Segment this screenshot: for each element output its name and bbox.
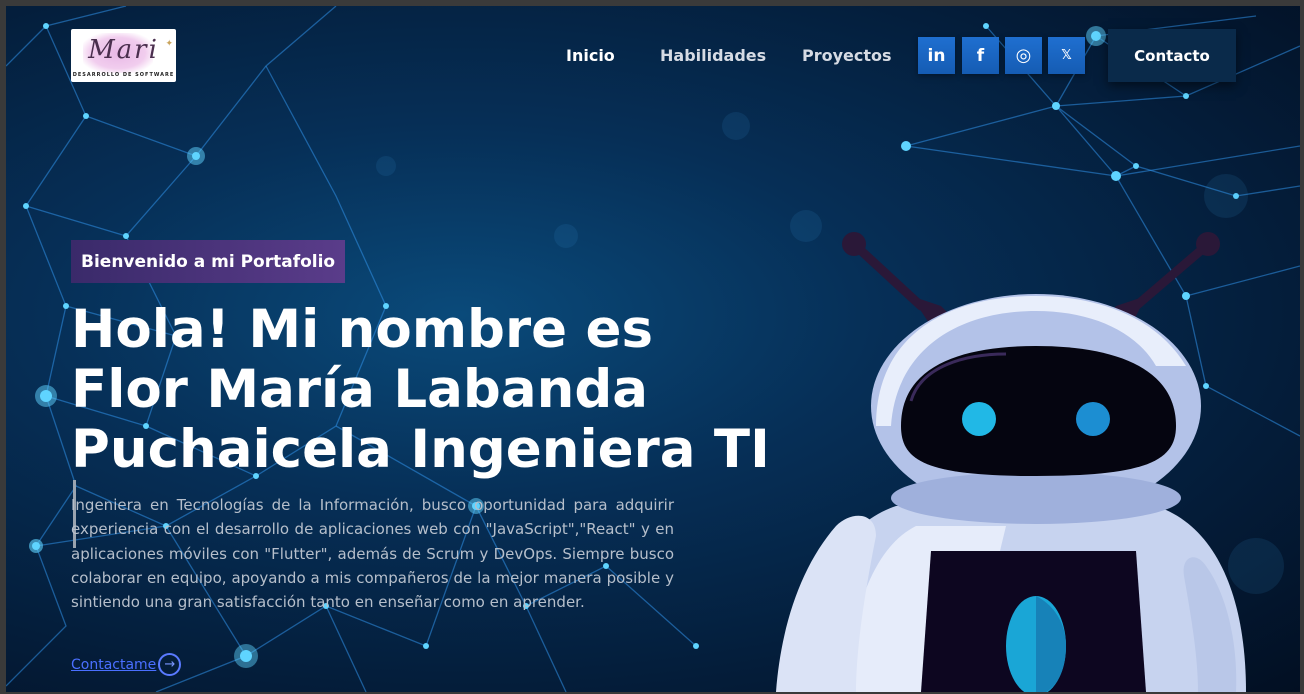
contact-button[interactable]: Contacto	[1108, 29, 1236, 82]
star-icon: ✦	[165, 39, 173, 49]
welcome-badge: Bienvenido a mi Portafolio	[71, 240, 346, 283]
headline-text: Hola! Mi nombre es Flor María Labanda Pu…	[71, 299, 770, 480]
logo-subtitle: DESARROLLO DE SOFTWARE	[72, 72, 175, 78]
logo-name: Mari	[88, 35, 159, 65]
hero-description: Ingeniera en Tecnologías de la Informaci…	[71, 496, 674, 612]
linkedin-icon[interactable]: in	[918, 37, 955, 74]
facebook-icon[interactable]: f	[962, 37, 999, 74]
contact-link[interactable]: Contactame →	[71, 653, 182, 676]
nav-link-habilidades[interactable]: Habilidades	[660, 46, 766, 65]
nav-link-inicio[interactable]: Inicio	[566, 46, 615, 65]
site-logo[interactable]: Mari ✦ DESARROLLO DE SOFTWARE	[71, 29, 176, 82]
contact-link-label: Contactame	[71, 656, 157, 673]
x-icon[interactable]: 𝕏	[1048, 37, 1085, 74]
arrow-right-circle-icon: →	[158, 653, 182, 676]
hero-section: Mari ✦ DESARROLLO DE SOFTWARE Inicio Hab…	[6, 6, 1300, 692]
nav-link-proyectos[interactable]: Proyectos	[802, 46, 892, 65]
instagram-icon[interactable]: ◎	[1005, 37, 1042, 74]
